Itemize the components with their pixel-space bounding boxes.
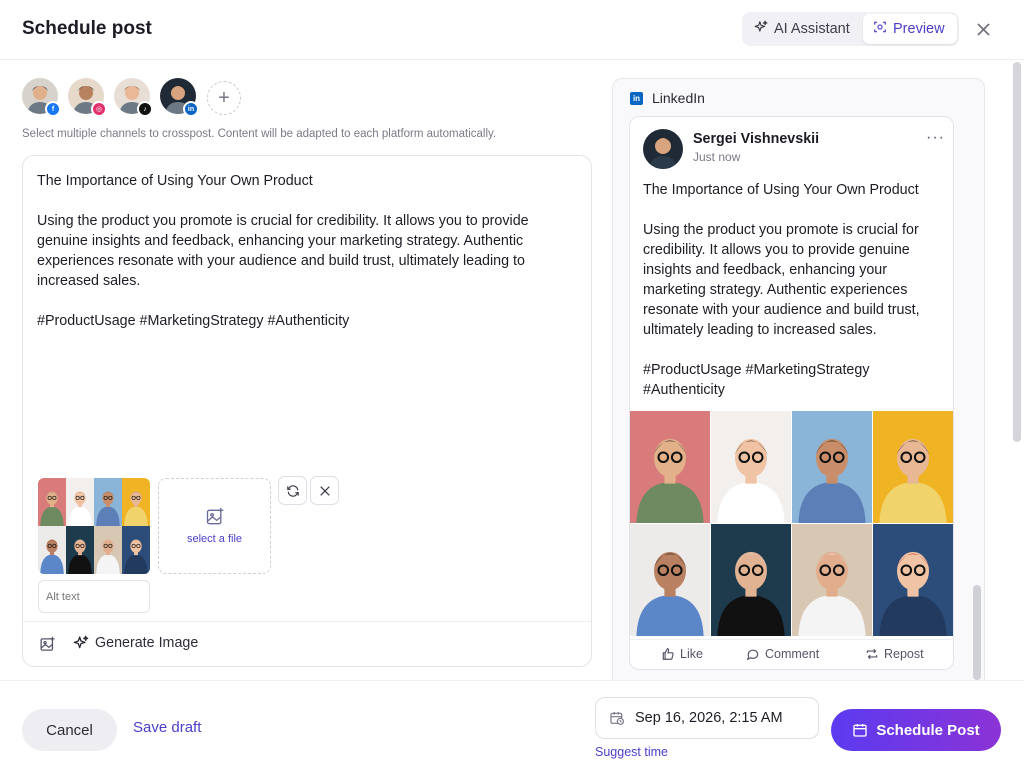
thumbs-up-icon xyxy=(662,648,674,660)
editor-toolbar: Generate Image xyxy=(23,621,591,666)
schedule-post-modal: Schedule post AI Assistant Preview f ◎ ♪ in… xyxy=(0,0,1024,777)
comment-action[interactable]: Comment xyxy=(746,647,819,661)
preview-photo xyxy=(792,411,872,523)
repost-action[interactable]: Repost xyxy=(865,647,924,661)
post-paragraph: The Importance of Using Your Own Product xyxy=(643,182,919,198)
repost-label: Repost xyxy=(884,647,924,661)
preview-photo xyxy=(630,411,710,523)
schedule-post-label: Schedule Post xyxy=(876,721,980,739)
sparkle-icon xyxy=(73,635,89,649)
modal-header: Schedule post AI Assistant Preview xyxy=(0,0,1024,60)
thumbnail-photo xyxy=(66,526,94,574)
remove-image-button[interactable] xyxy=(310,476,339,505)
view-toggle: AI Assistant Preview xyxy=(742,12,959,46)
page-title: Schedule post xyxy=(22,18,152,39)
calendar-icon xyxy=(853,724,867,737)
post-paragraph: The Importance of Using Your Own Product xyxy=(37,173,313,189)
preview-network-name: LinkedIn xyxy=(652,90,705,106)
repost-icon xyxy=(866,648,878,660)
alt-text-input[interactable] xyxy=(38,580,150,613)
post-editor[interactable]: The Importance of Using Your Own Product… xyxy=(22,155,592,667)
replace-image-button[interactable] xyxy=(278,476,307,505)
image-upload-icon xyxy=(206,507,223,525)
modal-scrollbar[interactable] xyxy=(1013,62,1021,442)
schedule-date-value: Sep 16, 2026, 2:15 AM xyxy=(635,710,783,726)
thumbnail-photo xyxy=(66,478,94,526)
tiktok-icon: ♪ xyxy=(137,101,153,117)
preview-photo xyxy=(873,524,953,636)
channel-avatar-instagram[interactable]: ◎ xyxy=(68,78,107,117)
ai-assistant-button[interactable]: AI Assistant xyxy=(744,14,862,44)
thumbnail-photo xyxy=(122,478,150,526)
preview-photo xyxy=(630,524,710,636)
attached-image-thumbnail[interactable] xyxy=(38,478,150,574)
preview-photo xyxy=(792,524,872,636)
cancel-button[interactable]: Cancel xyxy=(22,709,117,751)
preview-photo xyxy=(873,411,953,523)
generate-image-label: Generate Image xyxy=(95,635,199,651)
post-paragraph: #ProductUsage #MarketingStrategy #Authen… xyxy=(37,313,350,329)
add-image-icon xyxy=(40,636,55,651)
close-button[interactable] xyxy=(973,19,993,39)
file-dropzone[interactable]: select a file xyxy=(158,478,271,574)
preview-image-grid xyxy=(630,411,953,636)
instagram-icon: ◎ xyxy=(91,101,107,117)
linkedin-preview-panel: in LinkedIn Sergei Vishnevskii Just now … xyxy=(612,78,985,680)
post-paragraph: #ProductUsage #MarketingStrategy #Authen… xyxy=(643,362,870,398)
preview-button[interactable]: Preview xyxy=(863,14,957,44)
select-file-link[interactable]: select a file xyxy=(187,533,242,545)
suggest-time-link[interactable]: Suggest time xyxy=(595,745,668,759)
add-media-button[interactable] xyxy=(39,636,57,654)
thumbnail-photo xyxy=(94,526,122,574)
comment-icon xyxy=(746,649,759,661)
post-actions: Like Comment Repost xyxy=(630,639,953,669)
author-name: Sergei Vishnevskii xyxy=(693,131,820,147)
modal-footer: Cancel Save draft Sep 16, 2026, 2:15 AM … xyxy=(0,680,1024,777)
linkedin-icon: in xyxy=(630,91,643,105)
thumbnail-photo xyxy=(38,478,66,526)
linkedin-icon: in xyxy=(183,101,199,117)
generate-image-button[interactable]: Generate Image xyxy=(73,635,198,651)
thumbnail-photo xyxy=(122,526,150,574)
like-label: Like xyxy=(680,647,703,661)
preview-label: Preview xyxy=(893,21,945,37)
preview-scrollbar[interactable] xyxy=(973,585,981,680)
preview-photo xyxy=(711,524,791,636)
ai-assistant-label: AI Assistant xyxy=(774,21,850,37)
preview-post-content: The Importance of Using Your Own Product… xyxy=(643,180,943,420)
preview-photo xyxy=(711,411,791,523)
post-content[interactable]: The Importance of Using Your Own Product… xyxy=(37,171,577,351)
schedule-date-picker[interactable]: Sep 16, 2026, 2:15 AM xyxy=(595,697,819,739)
post-time: Just now xyxy=(693,150,741,164)
channel-avatar-facebook[interactable]: f xyxy=(22,78,61,117)
preview-network-header: in LinkedIn xyxy=(630,90,705,106)
close-icon xyxy=(319,485,330,496)
channel-avatar-tiktok[interactable]: ♪ xyxy=(114,78,153,117)
like-action[interactable]: Like xyxy=(661,647,703,661)
save-draft-button[interactable]: Save draft xyxy=(133,719,201,736)
comment-label: Comment xyxy=(765,647,820,661)
post-paragraph: Using the product you promote is crucial… xyxy=(37,213,529,289)
calendar-clock-icon xyxy=(610,712,624,725)
add-channel-button[interactable]: + xyxy=(207,81,241,115)
more-options-icon[interactable]: ··· xyxy=(926,129,945,147)
linkedin-post-card: Sergei Vishnevskii Just now ··· The Impo… xyxy=(629,116,954,670)
channel-avatar-linkedin[interactable]: in xyxy=(160,78,199,117)
refresh-icon xyxy=(286,484,299,497)
crosspost-hint: Select multiple channels to crosspost. C… xyxy=(22,128,497,140)
close-icon xyxy=(976,22,990,36)
facebook-icon: f xyxy=(45,101,61,117)
sparkle-icon xyxy=(754,20,768,38)
thumbnail-photo xyxy=(94,478,122,526)
author-avatar xyxy=(643,129,683,169)
post-paragraph: Using the product you promote is crucial… xyxy=(643,222,920,338)
thumbnail-photo xyxy=(38,526,66,574)
preview-icon xyxy=(873,20,887,38)
schedule-post-button[interactable]: Schedule Post xyxy=(831,709,1001,751)
